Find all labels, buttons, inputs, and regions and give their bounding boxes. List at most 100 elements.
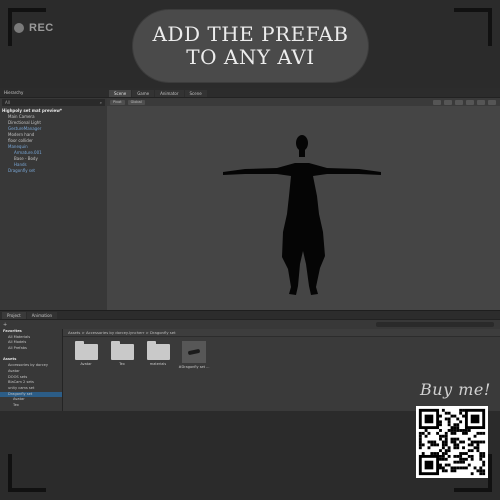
qr-module xyxy=(444,411,448,415)
qr-finder xyxy=(424,460,434,470)
qr-module xyxy=(447,417,451,421)
qr-module xyxy=(456,460,460,464)
qr-module xyxy=(433,452,437,455)
qr-module xyxy=(462,460,465,464)
qr-module xyxy=(476,469,480,473)
prefab-thumbnail xyxy=(182,341,206,363)
qr-module xyxy=(464,466,468,470)
lighting-icon[interactable] xyxy=(455,99,463,105)
effects-icon[interactable] xyxy=(477,99,485,105)
qr-module xyxy=(439,454,442,458)
qr-module xyxy=(459,440,463,444)
qr-module xyxy=(479,454,483,458)
tab-project[interactable]: Project xyxy=(2,312,26,319)
qr-module xyxy=(462,408,465,412)
pivot-toggle[interactable]: Pivot xyxy=(110,99,125,105)
qr-module xyxy=(450,466,454,470)
qr-module xyxy=(467,463,471,467)
qr-module xyxy=(424,434,428,438)
qr-module xyxy=(418,440,422,444)
qr-module xyxy=(462,446,465,450)
qr-module xyxy=(462,414,465,418)
asset-label: materials xyxy=(149,362,167,366)
scene-panel: Scene Game Animator Scene Pivot Global xyxy=(107,88,500,310)
qr-code[interactable] xyxy=(416,406,488,478)
qr-module xyxy=(473,446,477,450)
scene-tab-bar: Scene Game Animator Scene xyxy=(107,88,500,98)
qr-module xyxy=(482,463,486,467)
qr-module xyxy=(459,457,463,461)
qr-module xyxy=(453,423,457,427)
qr-module xyxy=(436,452,440,455)
qr-module xyxy=(459,454,463,458)
tab-scene-view[interactable]: Game xyxy=(132,90,155,97)
qr-module xyxy=(459,429,463,432)
qr-module xyxy=(476,449,480,453)
view-2d-icon[interactable] xyxy=(444,99,452,105)
qr-module xyxy=(453,437,457,441)
qr-module xyxy=(462,440,465,444)
audio-icon[interactable] xyxy=(466,99,474,105)
hierarchy-list: Highpoly set mat preview* Main Camera Dire… xyxy=(0,107,107,174)
asset-item[interactable]: Avatar xyxy=(73,341,99,369)
qr-module xyxy=(447,423,451,427)
buy-me-label: Buy me! xyxy=(420,380,491,399)
qr-module xyxy=(453,429,457,432)
shading-mode-icon[interactable] xyxy=(433,99,441,105)
qr-module xyxy=(453,460,457,464)
qr-module xyxy=(459,452,463,455)
qr-module xyxy=(427,446,431,450)
qr-module xyxy=(447,463,451,467)
qr-module xyxy=(482,469,486,473)
qr-module xyxy=(441,434,445,438)
gizmos-icon[interactable] xyxy=(488,99,496,105)
asset-item[interactable]: materials xyxy=(145,341,171,369)
qr-module xyxy=(456,429,460,432)
hierarchy-search[interactable]: All ⌕ xyxy=(2,99,105,106)
qr-module xyxy=(447,420,451,424)
qr-module xyxy=(464,431,468,435)
qr-module xyxy=(459,411,463,415)
tab-scene-view[interactable]: Animator xyxy=(155,90,184,97)
qr-module xyxy=(470,457,474,461)
qr-module xyxy=(456,466,460,470)
qr-module xyxy=(439,463,442,467)
asset-item[interactable]: Tex xyxy=(109,341,135,369)
asset-item[interactable]: #Dragonfly set ... xyxy=(179,341,210,369)
scene-viewport[interactable] xyxy=(107,106,500,310)
qr-module xyxy=(453,466,457,470)
qr-module xyxy=(462,431,465,435)
global-toggle[interactable]: Global xyxy=(127,99,145,105)
qr-module xyxy=(462,466,465,470)
qr-module xyxy=(479,440,483,444)
qr-module xyxy=(441,446,445,450)
qr-module xyxy=(447,454,451,458)
add-asset-button[interactable]: + xyxy=(3,322,7,328)
qr-module xyxy=(441,469,445,473)
qr-module xyxy=(418,431,422,435)
qr-module xyxy=(444,469,448,473)
asset-label: Tex xyxy=(119,362,125,366)
tab-hierarchy[interactable]: Hierarchy xyxy=(0,88,107,98)
tab-animation[interactable]: Animation xyxy=(26,312,58,319)
prefab-icon xyxy=(187,348,201,356)
qr-module xyxy=(479,472,483,476)
project-search-input[interactable] xyxy=(376,322,494,327)
banner-line-1: ADD THE PREFAB xyxy=(152,22,349,46)
qr-module xyxy=(427,440,431,444)
tab-scene-view[interactable]: Scene xyxy=(109,90,132,97)
qr-module xyxy=(467,437,471,441)
project-tree-item[interactable]: Tex xyxy=(0,403,62,409)
qr-module xyxy=(456,454,460,458)
qr-module xyxy=(476,440,480,444)
qr-module xyxy=(450,429,454,432)
hierarchy-item[interactable]: Dragonfly set xyxy=(0,168,107,174)
qr-module xyxy=(482,431,486,435)
qr-module xyxy=(441,457,445,461)
qr-module xyxy=(444,431,448,435)
tab-scene-view[interactable]: Scene xyxy=(184,90,207,97)
qr-module xyxy=(476,446,480,450)
qr-module xyxy=(470,443,474,447)
qr-module xyxy=(459,466,463,470)
qr-module xyxy=(444,443,448,447)
